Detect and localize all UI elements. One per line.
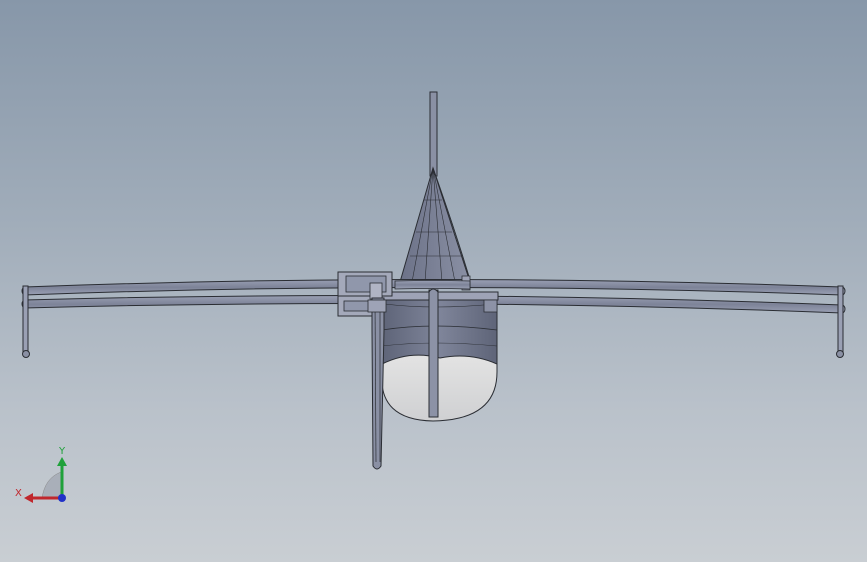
- right-float[interactable]: [836, 285, 844, 358]
- boat-model[interactable]: [0, 0, 867, 562]
- x-axis-arrow: [24, 493, 33, 503]
- coordinate-triad: Y X: [15, 446, 67, 503]
- y-axis-arrow: [57, 457, 67, 466]
- left-float[interactable]: [22, 285, 30, 358]
- graphics-viewport[interactable]: Y X: [0, 0, 867, 562]
- hull[interactable]: [379, 275, 499, 422]
- x-axis-label: X: [15, 488, 22, 499]
- y-axis-label: Y: [58, 446, 66, 457]
- steering-oar[interactable]: [367, 297, 387, 470]
- mast[interactable]: [429, 91, 438, 177]
- triad-base: [41, 471, 62, 499]
- z-axis-dot: [58, 494, 66, 502]
- sail[interactable]: [399, 166, 471, 283]
- outrigger-poles-front: [394, 280, 471, 290]
